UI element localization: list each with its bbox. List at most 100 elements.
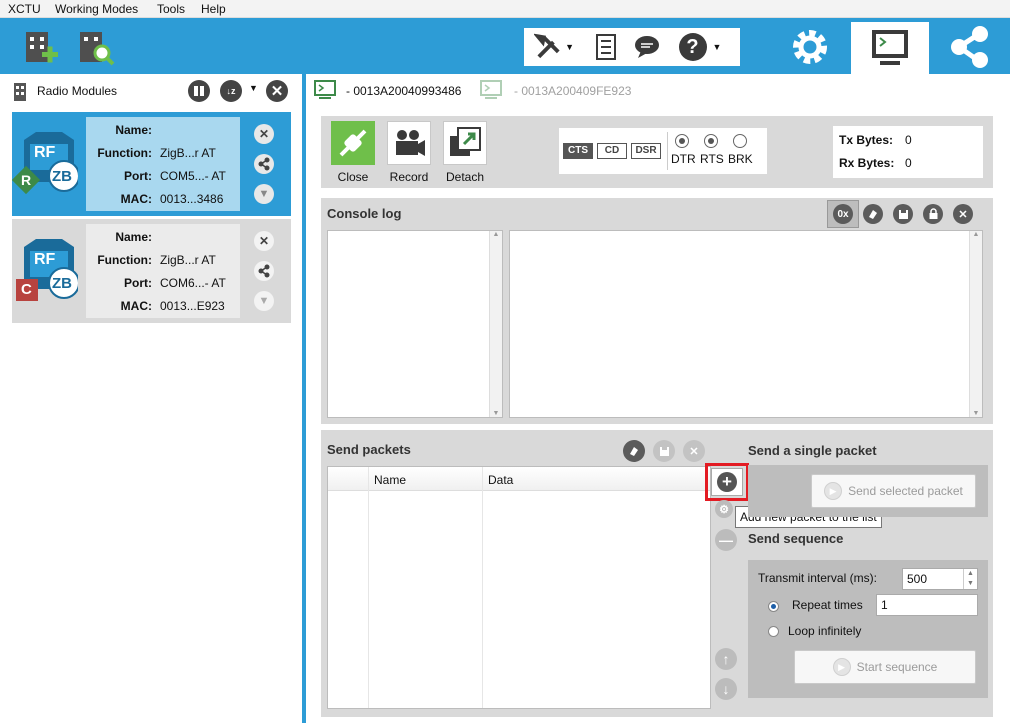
name-label: Name:: [115, 230, 152, 244]
tx-bytes-value: 0: [905, 133, 912, 147]
transmit-interval-value: 500: [907, 572, 928, 586]
col-data-header[interactable]: Data: [488, 473, 513, 487]
transmit-interval-field[interactable]: 500 ▲ ▼: [902, 568, 978, 590]
hex-toggle-icon[interactable]: 0x: [833, 204, 853, 224]
network-discover-icon[interactable]: [254, 261, 274, 281]
mac-value: 0013...E923: [160, 299, 225, 313]
rf-label: RF: [34, 144, 56, 161]
dtr-toggle[interactable]: [675, 134, 689, 148]
send-section: Send packets ✕ Name Data + ⚙ Add new pac…: [321, 430, 993, 717]
send-selected-packet-button[interactable]: ▶ Send selected packet: [811, 474, 976, 508]
start-sequence-label: Start sequence: [856, 660, 938, 674]
name-label: Name:: [115, 123, 152, 137]
clear-packets-icon[interactable]: ✕: [683, 440, 705, 462]
menu-bar: XCTU Working Modes Tools Help: [0, 0, 1010, 18]
save-console-icon[interactable]: [893, 204, 913, 224]
close-label: Close: [337, 170, 369, 184]
console-tab-icon: [480, 80, 502, 100]
menu-working-modes[interactable]: Working Modes: [55, 2, 138, 16]
col-name-header[interactable]: Name: [374, 473, 406, 487]
remove-module-icon[interactable]: ✕: [254, 124, 274, 144]
expand-module-icon[interactable]: ▼: [254, 291, 274, 311]
function-value: ZigB...r AT: [160, 146, 216, 160]
remove-packet-icon[interactable]: —: [715, 529, 737, 551]
zb-label: ZB: [52, 168, 72, 185]
menu-help[interactable]: Help: [201, 2, 226, 16]
remove-module-icon[interactable]: ✕: [254, 231, 274, 251]
function-label: Function:: [97, 253, 152, 267]
record-label: Record: [389, 170, 429, 184]
close-console-icon[interactable]: ✕: [953, 204, 973, 224]
radio-modules-title: Radio Modules: [37, 84, 118, 98]
send-sequence-box: Transmit interval (ms): 500 ▲ ▼ Repeat ti…: [748, 560, 988, 698]
add-packet-button[interactable]: +: [711, 468, 743, 496]
dsr-indicator: DSR: [631, 143, 661, 159]
expand-module-icon[interactable]: ▼: [254, 184, 274, 204]
function-label: Function:: [97, 146, 152, 160]
port-label: Port:: [124, 276, 152, 290]
detach-label: Detach: [445, 170, 485, 184]
send-sequence-title: Send sequence: [748, 531, 844, 546]
record-icon[interactable]: [387, 121, 431, 165]
repeat-times-field[interactable]: 1: [876, 594, 978, 616]
sort-modules-icon[interactable]: ↓z: [220, 80, 242, 102]
serial-lines-box: CTS CD DSR DTR RTS BRK: [559, 128, 767, 174]
move-down-icon[interactable]: ↓: [715, 678, 737, 700]
send-single-title: Send a single packet: [748, 443, 877, 458]
loop-infinitely-radio[interactable]: [768, 626, 779, 637]
repeat-times-label: Repeat times: [792, 598, 863, 612]
tools-icon[interactable]: ▼: [534, 31, 574, 63]
brk-toggle[interactable]: [733, 134, 747, 148]
detach-icon[interactable]: [443, 121, 487, 165]
profile-icon[interactable]: [594, 32, 618, 62]
hex-scrollbar[interactable]: ▲ ▼: [489, 231, 502, 417]
remove-all-modules-icon[interactable]: ✕: [266, 80, 288, 102]
network-mode-icon[interactable]: [940, 22, 1000, 72]
lock-console-icon[interactable]: [923, 204, 943, 224]
consoles-mode-icon[interactable]: [851, 22, 929, 74]
start-sequence-button[interactable]: ▶ Start sequence: [794, 650, 976, 684]
clear-console-icon[interactable]: [863, 204, 883, 224]
ascii-view-area[interactable]: ▲ ▼: [509, 230, 983, 418]
tab-console-2[interactable]: - 0013A200409FE923: [514, 84, 631, 98]
add-icon: +: [717, 472, 737, 492]
module-card-2[interactable]: RF ZB C Name: Function: ZigB...r AT Port:…: [12, 219, 291, 323]
rts-toggle[interactable]: [704, 134, 718, 148]
help-icon[interactable]: ? ▼: [674, 31, 726, 63]
module-card-1[interactable]: RF ZB R Name: Function: ZigB...r AT Port:…: [11, 112, 291, 216]
rts-label: RTS: [700, 152, 724, 166]
tools-group: ▼ ? ▼: [524, 28, 740, 66]
port-value: COM6...- AT: [160, 276, 226, 290]
discover-module-icon[interactable]: [74, 26, 118, 70]
load-packets-icon[interactable]: [623, 440, 645, 462]
add-module-icon[interactable]: [18, 26, 62, 70]
compare-modules-icon[interactable]: [188, 80, 210, 102]
edit-packet-icon[interactable]: ⚙: [715, 500, 733, 518]
interval-spinner[interactable]: ▲ ▼: [963, 569, 977, 589]
hex-view-area[interactable]: ▲ ▼: [327, 230, 503, 418]
repeat-times-radio[interactable]: [768, 601, 779, 612]
console-actions-bar: Close Record Detach CTS CD DSR DTR RTS B…: [321, 116, 993, 188]
rf-label: RF: [34, 251, 56, 268]
move-up-icon[interactable]: ↑: [715, 648, 737, 670]
save-packets-icon[interactable]: [653, 440, 675, 462]
configuration-mode-icon[interactable]: [782, 22, 838, 72]
port-value: COM5...- AT: [160, 169, 226, 183]
menu-tools[interactable]: Tools: [157, 2, 185, 16]
play-icon: ▶: [832, 658, 851, 676]
packets-table[interactable]: Name Data: [327, 466, 711, 709]
network-discover-icon[interactable]: [254, 154, 274, 174]
cts-indicator: CTS: [563, 143, 593, 159]
mac-value: 0013...3486: [160, 192, 224, 206]
mac-label: MAC:: [120, 299, 152, 313]
lines-divider: [667, 132, 668, 170]
ascii-scrollbar[interactable]: ▲ ▼: [969, 231, 982, 417]
module-info: Name: Function: ZigB...r AT Port: COM6...-…: [86, 224, 240, 318]
sort-dropdown-icon[interactable]: ▼: [249, 83, 258, 93]
tab-console-1[interactable]: - 0013A20040993486: [346, 84, 461, 98]
menu-xctu[interactable]: XCTU: [8, 2, 41, 16]
transmit-interval-label: Transmit interval (ms):: [758, 571, 877, 585]
close-connection-icon[interactable]: [331, 121, 375, 165]
rx-bytes-value: 0: [905, 156, 912, 170]
feedback-icon[interactable]: [632, 32, 666, 62]
